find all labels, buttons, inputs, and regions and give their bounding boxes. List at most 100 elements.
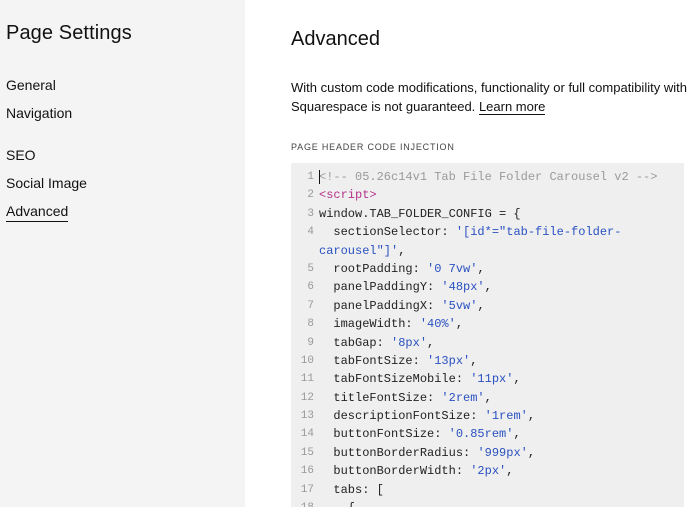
code-text: buttonBorderWidth: '2px', [319,462,513,480]
code-token: , [455,317,464,332]
code-token: sectionSelector: [319,225,456,240]
code-token: '11px' [470,372,514,387]
code-token: tabs: [ [319,482,384,497]
code-token: , [527,409,536,424]
code-token: , [527,445,536,460]
code-token: rootPadding: [319,261,428,276]
code-token: '0.85rem' [448,427,514,442]
code-token: '5vw' [441,298,478,313]
sidebar-title: Page Settings [6,22,132,44]
sidebar-item-navigation[interactable]: Navigation [6,104,72,122]
code-text: buttonFontSize: '0.85rem', [319,425,521,443]
code-line[interactable]: 2 <script> [291,186,684,204]
code-token: , [477,261,485,276]
code-line[interactable]: 10 tabFontSize: '13px', [291,352,684,370]
code-text: descriptionFontSize: '1rem', [319,407,535,425]
code-text: <script> [319,186,377,204]
page-title: Advanced [291,28,380,50]
line-number: 9 [307,336,314,349]
code-line[interactable]: 11 tabFontSizeMobile: '11px', [291,370,684,388]
code-editor[interactable]: 1 <!-- 05.26c14v1 Tab File Folder Carouse… [291,163,684,507]
code-token: descriptionFontSize: [319,409,485,424]
code-text: window.TAB_FOLDER_CONFIG = { [319,205,521,223]
sidebar-item-social-image[interactable]: Social Image [6,174,87,192]
line-number: 11 [300,373,314,386]
line-number: 16 [300,465,314,478]
code-text: panelPaddingY: '48px', [319,278,492,296]
sidebar-item-general[interactable]: General [6,76,56,94]
code-token: '999px' [477,445,528,460]
line-number: 3 [307,207,314,220]
code-text: titleFontSize: '2rem', [319,389,492,407]
code-text: carousel"]', [319,242,405,260]
code-line[interactable]: 4 sectionSelector: '[id*="tab-file-folde… [291,223,684,241]
code-token: '8px' [391,335,428,350]
learn-more-link[interactable]: Learn more [478,99,546,115]
line-number: 10 [300,354,314,367]
line-number: 7 [307,299,314,312]
line-number: 1 [307,171,314,183]
line-number: 4 [307,226,314,239]
code-text: tabs: [ [319,481,384,499]
line-number: 14 [300,428,314,441]
code-line[interactable]: carousel"]', [291,242,684,260]
code-text: rootPadding: '0 7vw', [319,260,485,278]
code-token: , [484,280,492,295]
sidebar-item-seo[interactable]: SEO [6,146,36,164]
line-number: 2 [307,189,314,202]
code-token: buttonBorderRadius: [319,445,478,460]
code-line[interactable]: 13 descriptionFontSize: '1rem', [291,407,684,425]
code-line[interactable]: 12 titleFontSize: '2rem', [291,389,684,407]
code-token: , [513,427,521,442]
line-number: 17 [300,483,314,496]
code-token: , [477,298,485,313]
code-text: panelPaddingX: '5vw', [319,297,485,315]
sidebar-item-advanced[interactable]: Advanced [6,202,69,222]
code-line[interactable]: 18 { [291,499,684,507]
code-token: '0 7vw' [427,261,478,276]
code-token: carousel"]' [319,243,399,258]
line-number: 8 [307,318,314,331]
code-token: tabGap: [319,335,392,350]
code-text: { [319,499,355,507]
main-panel: Advanced With custom code modifications,… [291,0,700,507]
code-token: tabFontSize: [319,353,428,368]
code-token: , [398,243,406,258]
code-line[interactable]: 14 buttonFontSize: '0.85rem', [291,425,684,443]
line-number: 15 [300,446,314,459]
code-line[interactable]: 1 <!-- 05.26c14v1 Tab File Folder Carouse… [291,168,684,186]
code-token: <!-- 05.26c14v1 Tab File Folder Carousel… [319,170,658,184]
line-number: 6 [307,281,314,294]
code-text: imageWidth: '40%', [319,315,463,333]
code-token: <script> [319,188,377,203]
code-token: { [319,501,355,507]
code-line[interactable]: 8 imageWidth: '40%', [291,315,684,333]
code-text: tabFontSize: '13px', [319,352,477,370]
code-text: <!-- 05.26c14v1 Tab File Folder Carousel… [319,168,657,186]
code-token: buttonFontSize: [319,427,449,442]
code-token: titleFontSize: [319,390,442,405]
code-token: '1rem' [484,409,528,424]
code-line[interactable]: 16 buttonBorderWidth: '2px', [291,462,684,480]
code-line[interactable]: 6 panelPaddingY: '48px', [291,278,684,296]
code-line[interactable]: 9 tabGap: '8px', [291,334,684,352]
sidebar: Page Settings General Navigation SEO Social… [0,0,245,507]
code-line[interactable]: 15 buttonBorderRadius: '999px', [291,444,684,462]
code-line[interactable]: 5 rootPadding: '0 7vw', [291,260,684,278]
line-number: 12 [300,391,314,404]
code-text: tabFontSizeMobile: '11px', [319,370,521,388]
code-token: '2rem' [441,390,485,405]
code-token: panelPaddingX: [319,298,442,313]
code-token: panelPaddingY: [319,280,442,295]
code-token: , [513,372,521,387]
code-line[interactable]: 7 panelPaddingX: '5vw', [291,297,684,315]
code-token: imageWidth: [319,317,420,332]
description: With custom code modifications, function… [291,78,691,116]
code-token: , [484,390,492,405]
code-token: '13px' [427,353,471,368]
line-number: 13 [300,410,314,423]
code-token: , [427,335,435,350]
code-line[interactable]: 3 window.TAB_FOLDER_CONFIG = { [291,205,684,223]
code-line[interactable]: 17 tabs: [ [291,481,684,499]
code-token: tabFontSizeMobile: [319,372,471,387]
